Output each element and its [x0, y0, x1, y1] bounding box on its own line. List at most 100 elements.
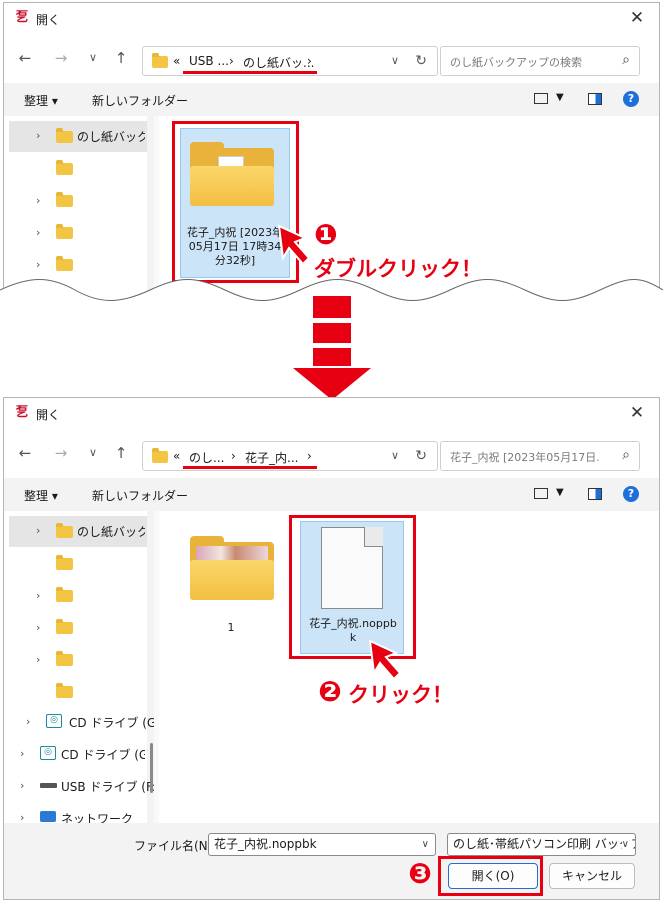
folder-icon[interactable]	[56, 192, 73, 207]
title-bar: 乭 開く ✕	[4, 3, 659, 33]
folder-icon[interactable]	[56, 651, 73, 666]
refresh-icon[interactable]: ↻	[415, 448, 427, 464]
file-type-value: のし紙･帯紙パソコン印刷 バックアップ	[453, 837, 635, 851]
folder-icon[interactable]	[56, 224, 73, 239]
folder-icon[interactable]	[56, 683, 73, 698]
chevron-down-icon[interactable]: ∨	[422, 834, 429, 855]
folder-icon[interactable]	[56, 587, 73, 602]
expand-chevron-icon[interactable]: ›	[36, 129, 40, 142]
breadcrumb-overflow[interactable]: «	[173, 449, 180, 463]
folder-icon	[56, 128, 73, 143]
cancel-button[interactable]: キャンセル	[549, 863, 635, 889]
refresh-icon[interactable]: ↻	[415, 53, 427, 69]
navigation-row: ← → ∨ ↑ « USB ... › のし紙バッ... › ∨ ↻ のし紙バッ…	[4, 33, 659, 83]
breadcrumb-hanako[interactable]: 花子_内...	[245, 449, 298, 466]
back-arrow-icon[interactable]: ←	[14, 47, 36, 69]
search-icon: ⌕	[622, 52, 630, 68]
nav-drive-cd-g-a[interactable]: CD ドライブ (G:) A	[61, 746, 145, 763]
file-list: 1 花子_内祝.noppbk	[159, 511, 659, 823]
arrow-down-icon	[293, 368, 371, 400]
new-folder-button[interactable]: 新しいフォルダー	[92, 92, 188, 109]
expand-chevron-icon[interactable]: ›	[36, 524, 40, 537]
breadcrumb-overflow[interactable]: «	[173, 54, 180, 68]
breadcrumb-separator[interactable]: ›	[307, 54, 312, 68]
arrow-pointer-icon	[277, 224, 311, 266]
preview-pane-icon[interactable]	[588, 93, 602, 105]
folder-icon	[152, 448, 168, 463]
address-history-chevron-icon[interactable]: ∨	[391, 54, 399, 67]
network-icon	[40, 811, 56, 822]
step-1-badge: ❶	[314, 218, 338, 251]
forward-arrow-icon[interactable]: →	[50, 442, 72, 464]
view-options-icon[interactable]	[534, 488, 548, 499]
app-icon: 乭	[15, 405, 29, 420]
dialog-title: 開く	[36, 13, 61, 27]
expand-chevron-icon[interactable]: ›	[36, 621, 40, 634]
usb-drive-icon	[40, 783, 57, 788]
close-icon[interactable]: ✕	[627, 403, 647, 423]
expand-chevron-icon[interactable]: ›	[20, 779, 24, 792]
back-arrow-icon[interactable]: ←	[14, 442, 36, 464]
address-bar[interactable]: « USB ... › のし紙バッ... › ∨ ↻	[142, 46, 438, 76]
new-folder-button[interactable]: 新しいフォルダー	[92, 487, 188, 504]
search-box[interactable]: のし紙バックアップの検索 ⌕	[440, 46, 640, 76]
folder-icon[interactable]	[56, 160, 73, 175]
expand-chevron-icon[interactable]: ›	[36, 653, 40, 666]
expand-chevron-icon[interactable]: ›	[36, 589, 40, 602]
breadcrumb-usb[interactable]: USB ...	[189, 54, 229, 68]
filename-input[interactable]: 花子_内祝.noppbk ∨	[208, 833, 436, 856]
search-box[interactable]: 花子_内祝 [2023年05月17日... ⌕	[440, 441, 640, 471]
step-3-badge: ❸	[408, 857, 432, 890]
click-callout: クリック！	[348, 683, 453, 707]
nav-drive-cd-g[interactable]: CD ドライブ (G:)	[69, 714, 165, 731]
up-arrow-icon[interactable]: ↑	[110, 442, 132, 464]
nav-item-noshi-backup[interactable]: のし紙バックア	[77, 523, 145, 540]
organize-button[interactable]: 整理 ▾	[24, 487, 58, 504]
nav-item-noshi-backup[interactable]: のし紙バックア	[77, 128, 145, 145]
filename-value: 花子_内祝.noppbk	[214, 837, 317, 851]
view-chevron-down-icon[interactable]: ▼	[556, 92, 564, 103]
organize-button[interactable]: 整理 ▾	[24, 92, 58, 109]
view-chevron-down-icon[interactable]: ▼	[556, 487, 564, 498]
highlight-underline	[183, 71, 317, 74]
open-dialog-2: 乭 開く ✕ ← → ∨ ↑ « のし... › 花子_内... › ∨ ↻ 花…	[3, 397, 660, 900]
nav-scrollbar[interactable]	[150, 743, 153, 793]
cd-drive-icon: ◎	[46, 714, 62, 728]
address-history-chevron-icon[interactable]: ∨	[391, 449, 399, 462]
preview-pane-icon[interactable]	[588, 488, 602, 500]
breadcrumb-noshi-backup[interactable]: のし紙バッ...	[243, 54, 314, 71]
navigation-pane: › のし紙バックア › › › › ◎ CD ドライブ (G:) › ◎ CD …	[4, 511, 165, 826]
arrow-pointer-icon	[368, 639, 402, 681]
address-bar[interactable]: « のし... › 花子_内... › ∨ ↻	[142, 441, 438, 471]
dialog-footer: ファイル名(N): 花子_内祝.noppbk ∨ のし紙･帯紙パソコン印刷 バッ…	[4, 823, 659, 899]
forward-arrow-icon[interactable]: →	[50, 47, 72, 69]
help-icon[interactable]: ?	[623, 486, 639, 502]
step-2-badge: ❷	[318, 675, 342, 708]
title-bar: 乭 開く ✕	[4, 398, 659, 428]
close-icon[interactable]: ✕	[627, 8, 647, 28]
breadcrumb-separator[interactable]: ›	[229, 54, 234, 68]
folder-icon	[56, 523, 73, 538]
breadcrumb-separator[interactable]: ›	[307, 449, 312, 463]
folder-icon[interactable]	[56, 619, 73, 634]
expand-chevron-icon[interactable]: ›	[26, 715, 30, 728]
up-arrow-icon[interactable]: ↑	[110, 47, 132, 69]
file-type-select[interactable]: のし紙･帯紙パソコン印刷 バックアップ ∨	[447, 833, 636, 856]
chevron-down-icon[interactable]: ∨	[621, 834, 629, 855]
folder-icon[interactable]	[56, 555, 73, 570]
expand-chevron-icon[interactable]: ›	[36, 194, 40, 207]
app-icon: 乭	[15, 10, 29, 25]
help-icon[interactable]: ?	[623, 91, 639, 107]
breadcrumb-noshi[interactable]: のし...	[189, 449, 224, 466]
cd-drive-icon: ◎	[40, 746, 56, 760]
breadcrumb-separator[interactable]: ›	[231, 449, 236, 463]
nav-drive-usb-f[interactable]: USB ドライブ (F:)	[61, 778, 161, 795]
view-options-icon[interactable]	[534, 93, 548, 104]
folder-label: 1	[227, 621, 235, 634]
expand-chevron-icon[interactable]: ›	[36, 226, 40, 239]
dialog-title: 開く	[36, 408, 61, 422]
expand-chevron-icon[interactable]: ›	[20, 747, 24, 760]
recent-chevron-down-icon[interactable]: ∨	[82, 442, 104, 464]
folder-icon[interactable]	[190, 536, 274, 600]
recent-chevron-down-icon[interactable]: ∨	[82, 47, 104, 69]
